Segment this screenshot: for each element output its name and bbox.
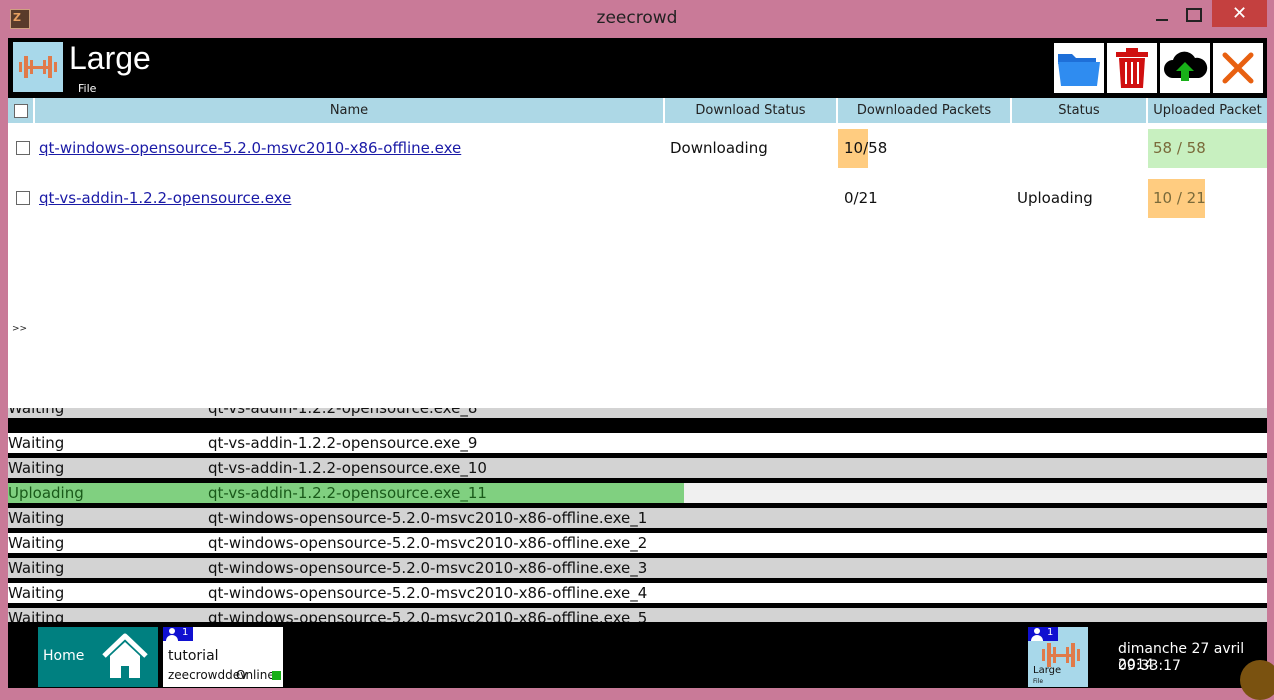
log-row: Waiting qt-windows-opensource-5.2.0-msvc… bbox=[8, 508, 1267, 528]
downloaded-packets-cell: 10/58 bbox=[844, 139, 887, 157]
maximize-icon bbox=[1186, 8, 1202, 22]
uploaded-packet-cell: 58 / 58 bbox=[1153, 139, 1206, 157]
page-title: Large bbox=[69, 40, 151, 76]
file-link[interactable]: qt-vs-addin-1.2.2-opensource.exe bbox=[39, 189, 291, 207]
select-all-checkbox[interactable] bbox=[13, 103, 28, 118]
column-header-uploaded-packet[interactable]: Uploaded Packet bbox=[1148, 98, 1267, 123]
tutorial-label: tutorial bbox=[168, 648, 219, 664]
online-indicator-icon bbox=[272, 671, 281, 680]
user-count: 1 bbox=[1047, 627, 1054, 638]
log-status: Waiting bbox=[8, 408, 65, 417]
trash-icon bbox=[1116, 48, 1148, 88]
cancel-button[interactable] bbox=[1213, 43, 1263, 93]
log-file-name: qt-windows-opensource-5.2.0-msvc2010-x86… bbox=[208, 534, 648, 552]
column-header-downloaded-packets[interactable]: Downloaded Packets bbox=[838, 98, 1012, 123]
large-sub: File bbox=[1033, 678, 1044, 685]
open-folder-button[interactable] bbox=[1054, 43, 1104, 93]
log-status: Waiting bbox=[8, 459, 65, 477]
log-file-name: qt-windows-opensource-5.2.0-msvc2010-x86… bbox=[208, 509, 648, 527]
downloaded-packets-total: /58 bbox=[863, 139, 888, 157]
user-icon bbox=[1031, 628, 1043, 641]
downloaded-packets-done: 10 bbox=[844, 139, 864, 157]
column-header-name[interactable]: Name bbox=[35, 98, 665, 123]
page-subtitle: File bbox=[78, 82, 97, 95]
log-file-name: qt-windows-opensource-5.2.0-msvc2010-x86… bbox=[208, 584, 648, 602]
select-all-header[interactable] bbox=[8, 98, 35, 123]
log-row: Waiting qt-vs-addin-1.2.2-opensource.exe… bbox=[8, 433, 1267, 453]
log-row: Waiting qt-vs-addin-1.2.2-opensource.exe… bbox=[8, 458, 1267, 478]
log-status: Waiting bbox=[8, 509, 65, 527]
home-label: Home bbox=[43, 648, 85, 664]
log-row: Waiting qt-windows-opensource-5.2.0-msvc… bbox=[8, 583, 1267, 603]
transfer-log: Waiting qt-vs-addin-1.2.2-opensource.exe… bbox=[8, 408, 1267, 622]
log-status: Waiting bbox=[8, 584, 65, 602]
user-count: 1 bbox=[182, 627, 189, 638]
time-display: 09:33:17 bbox=[1118, 658, 1181, 674]
log-status: Waiting bbox=[8, 434, 65, 452]
window-title: zeecrowd bbox=[596, 8, 678, 28]
house-icon bbox=[100, 632, 150, 682]
close-button[interactable]: ✕ bbox=[1212, 0, 1267, 27]
user-icon bbox=[166, 628, 178, 641]
download-status-cell: Downloading bbox=[670, 139, 768, 157]
log-file-name: qt-vs-addin-1.2.2-opensource.exe_8 bbox=[208, 408, 478, 417]
log-status: Waiting bbox=[8, 609, 65, 622]
dumbbell-icon bbox=[13, 42, 63, 92]
log-file-name: qt-vs-addin-1.2.2-opensource.exe_10 bbox=[208, 459, 487, 477]
log-file-name: qt-vs-addin-1.2.2-opensource.exe_9 bbox=[208, 434, 478, 452]
user-count-badge: 1 bbox=[1028, 627, 1058, 641]
log-status: Waiting bbox=[8, 534, 65, 552]
file-link[interactable]: qt-windows-opensource-5.2.0-msvc2010-x86… bbox=[39, 139, 461, 157]
log-row: Uploading qt-vs-addin-1.2.2-opensource.e… bbox=[8, 483, 1267, 503]
log-file-name: qt-windows-opensource-5.2.0-msvc2010-x86… bbox=[208, 609, 648, 622]
log-row: Waiting qt-windows-opensource-5.2.0-msvc… bbox=[8, 608, 1267, 622]
online-status: Online bbox=[236, 668, 275, 682]
row-checkbox[interactable] bbox=[16, 191, 30, 205]
upload-button[interactable] bbox=[1160, 43, 1210, 93]
minimize-icon bbox=[1156, 19, 1168, 21]
large-label: Large bbox=[1033, 665, 1062, 676]
resize-handle[interactable] bbox=[1240, 660, 1274, 700]
log-file-name: qt-windows-opensource-5.2.0-msvc2010-x86… bbox=[208, 559, 648, 577]
downloaded-packets-cell: 0/21 bbox=[844, 189, 878, 207]
log-file-name: qt-vs-addin-1.2.2-opensource.exe_11 bbox=[208, 484, 487, 502]
status-cell: Uploading bbox=[1017, 189, 1093, 207]
log-status: Waiting bbox=[8, 559, 65, 577]
log-status: Uploading bbox=[8, 484, 84, 502]
row-checkbox[interactable] bbox=[16, 141, 30, 155]
log-row: Waiting qt-windows-opensource-5.2.0-msvc… bbox=[8, 558, 1267, 578]
maximize-button[interactable] bbox=[1174, 0, 1214, 30]
column-header-status[interactable]: Status bbox=[1012, 98, 1148, 123]
uploaded-packet-cell: 10 / 21 bbox=[1153, 189, 1206, 207]
user-count-badge: 1 bbox=[163, 627, 193, 641]
log-row: Waiting qt-windows-opensource-5.2.0-msvc… bbox=[8, 533, 1267, 553]
close-icon: ✕ bbox=[1231, 3, 1248, 24]
cancel-x-icon bbox=[1222, 52, 1254, 84]
log-row: Waiting qt-vs-addin-1.2.2-opensource.exe… bbox=[8, 408, 1267, 418]
column-header-download-status[interactable]: Download Status bbox=[665, 98, 838, 123]
downloaded-packets-done: 0 bbox=[844, 189, 854, 207]
downloaded-packets-total: /21 bbox=[853, 189, 878, 207]
expander-toggle[interactable]: >> bbox=[12, 324, 27, 334]
delete-button[interactable] bbox=[1107, 43, 1157, 93]
folder-icon bbox=[1058, 54, 1100, 86]
cloud-upload-icon bbox=[1164, 51, 1208, 81]
